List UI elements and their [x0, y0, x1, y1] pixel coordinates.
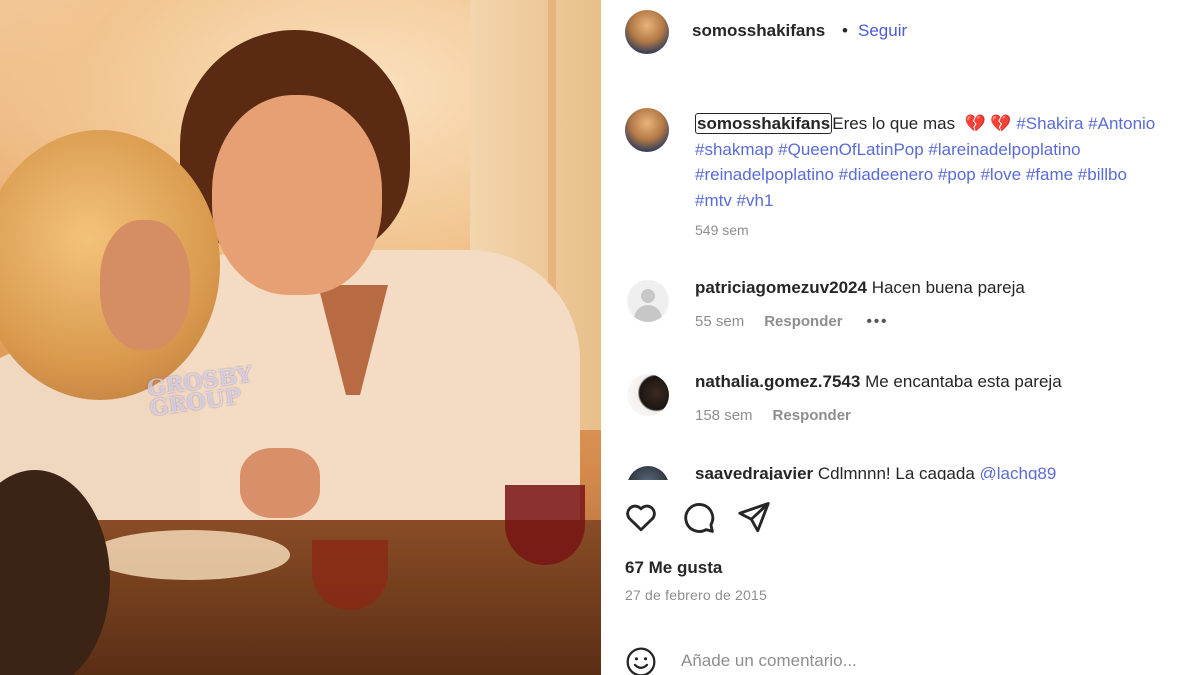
- caption-username[interactable]: somosshakifans: [695, 113, 833, 134]
- reply-button[interactable]: Responder: [764, 313, 842, 330]
- photo-man-face: [212, 95, 382, 295]
- comment-text: saavedrajavier Cdlmnnn! La cagada @lachg…: [695, 464, 1056, 480]
- caption-body: Eres lo que mas: [832, 114, 956, 133]
- author-username[interactable]: somosshakifans: [692, 21, 825, 41]
- like-count[interactable]: 67 Me gusta: [625, 558, 722, 578]
- post-header: somosshakifans • Seguir: [601, 0, 1200, 64]
- broken-heart-emoji: 💔 💔: [964, 114, 1012, 133]
- caption-hashtags[interactable]: #reinadelpoplatino #diadeenero #pop #lov…: [695, 165, 1127, 184]
- comment-body: Cdlmnnn! La cagada: [817, 464, 975, 480]
- smiley-icon[interactable]: [625, 646, 657, 675]
- follow-button[interactable]: Seguir: [858, 21, 907, 41]
- post-date: 27 de febrero de 2015: [625, 587, 767, 603]
- caption-hashtags[interactable]: #shakmap #QueenOfLatinPop #lareinadelpop…: [695, 140, 1081, 159]
- comment-mention[interactable]: @lachg89: [980, 464, 1057, 480]
- comment-body: Hacen buena pareja: [871, 278, 1025, 297]
- photo-woman-face: [100, 220, 190, 350]
- post-panel: somosshakifans • Seguir somosshakifans Er…: [601, 0, 1200, 675]
- post-image[interactable]: GROSBY GROUP: [0, 0, 601, 675]
- comment-timestamp: 55 sem: [695, 313, 745, 330]
- commenter-avatar[interactable]: [627, 466, 669, 480]
- heart-icon[interactable]: [623, 499, 659, 535]
- photo-wine-glass: [505, 485, 585, 565]
- comment-item: saavedrajavier Cdlmnnn! La cagada @lachg…: [601, 464, 1200, 480]
- comment-text: patriciagomezuv2024 Hacen buena pareja: [695, 278, 1025, 298]
- header-separator: •: [842, 21, 848, 40]
- comment-body: Me encantaba esta pareja: [865, 372, 1062, 391]
- comment-item: nathalia.gomez.7543 Me encantaba esta pa…: [601, 372, 1200, 452]
- comment-item: patriciagomezuv2024 Hacen buena pareja 5…: [601, 278, 1200, 358]
- photo-man-hand: [240, 448, 320, 518]
- comment-text: nathalia.gomez.7543 Me encantaba esta pa…: [695, 372, 1062, 392]
- commenter-avatar[interactable]: [627, 374, 669, 416]
- caption-text: somosshakifans Eres lo que mas 💔 💔 #Shaki…: [695, 111, 1200, 213]
- comment-timestamp: 158 sem: [695, 407, 753, 424]
- share-icon[interactable]: [736, 499, 772, 535]
- default-avatar-icon[interactable]: [627, 280, 669, 322]
- caption-avatar[interactable]: [625, 108, 669, 152]
- comments-list[interactable]: somosshakifans Eres lo que mas 💔 💔 #Shaki…: [601, 95, 1200, 480]
- comment-username[interactable]: saavedrajavier: [695, 464, 813, 480]
- add-comment-bar: [601, 640, 1200, 675]
- comment-username[interactable]: nathalia.gomez.7543: [695, 372, 860, 391]
- author-avatar[interactable]: [625, 10, 669, 54]
- comment-meta: 55 sem Responder •••: [695, 313, 888, 330]
- caption-hashtags[interactable]: #Shakira #Antonio: [1016, 114, 1155, 133]
- action-bar: [601, 495, 1200, 540]
- comment-username[interactable]: patriciagomezuv2024: [695, 278, 867, 297]
- comment-input[interactable]: [681, 648, 1161, 674]
- more-options-icon[interactable]: •••: [867, 313, 889, 330]
- caption-hashtags[interactable]: #mtv #vh1: [695, 191, 773, 210]
- caption-timestamp: 549 sem: [695, 222, 749, 238]
- photo-plate: [90, 530, 290, 580]
- reply-button[interactable]: Responder: [773, 407, 851, 424]
- comment-icon[interactable]: [680, 499, 716, 535]
- comment-meta: 158 sem Responder: [695, 407, 851, 424]
